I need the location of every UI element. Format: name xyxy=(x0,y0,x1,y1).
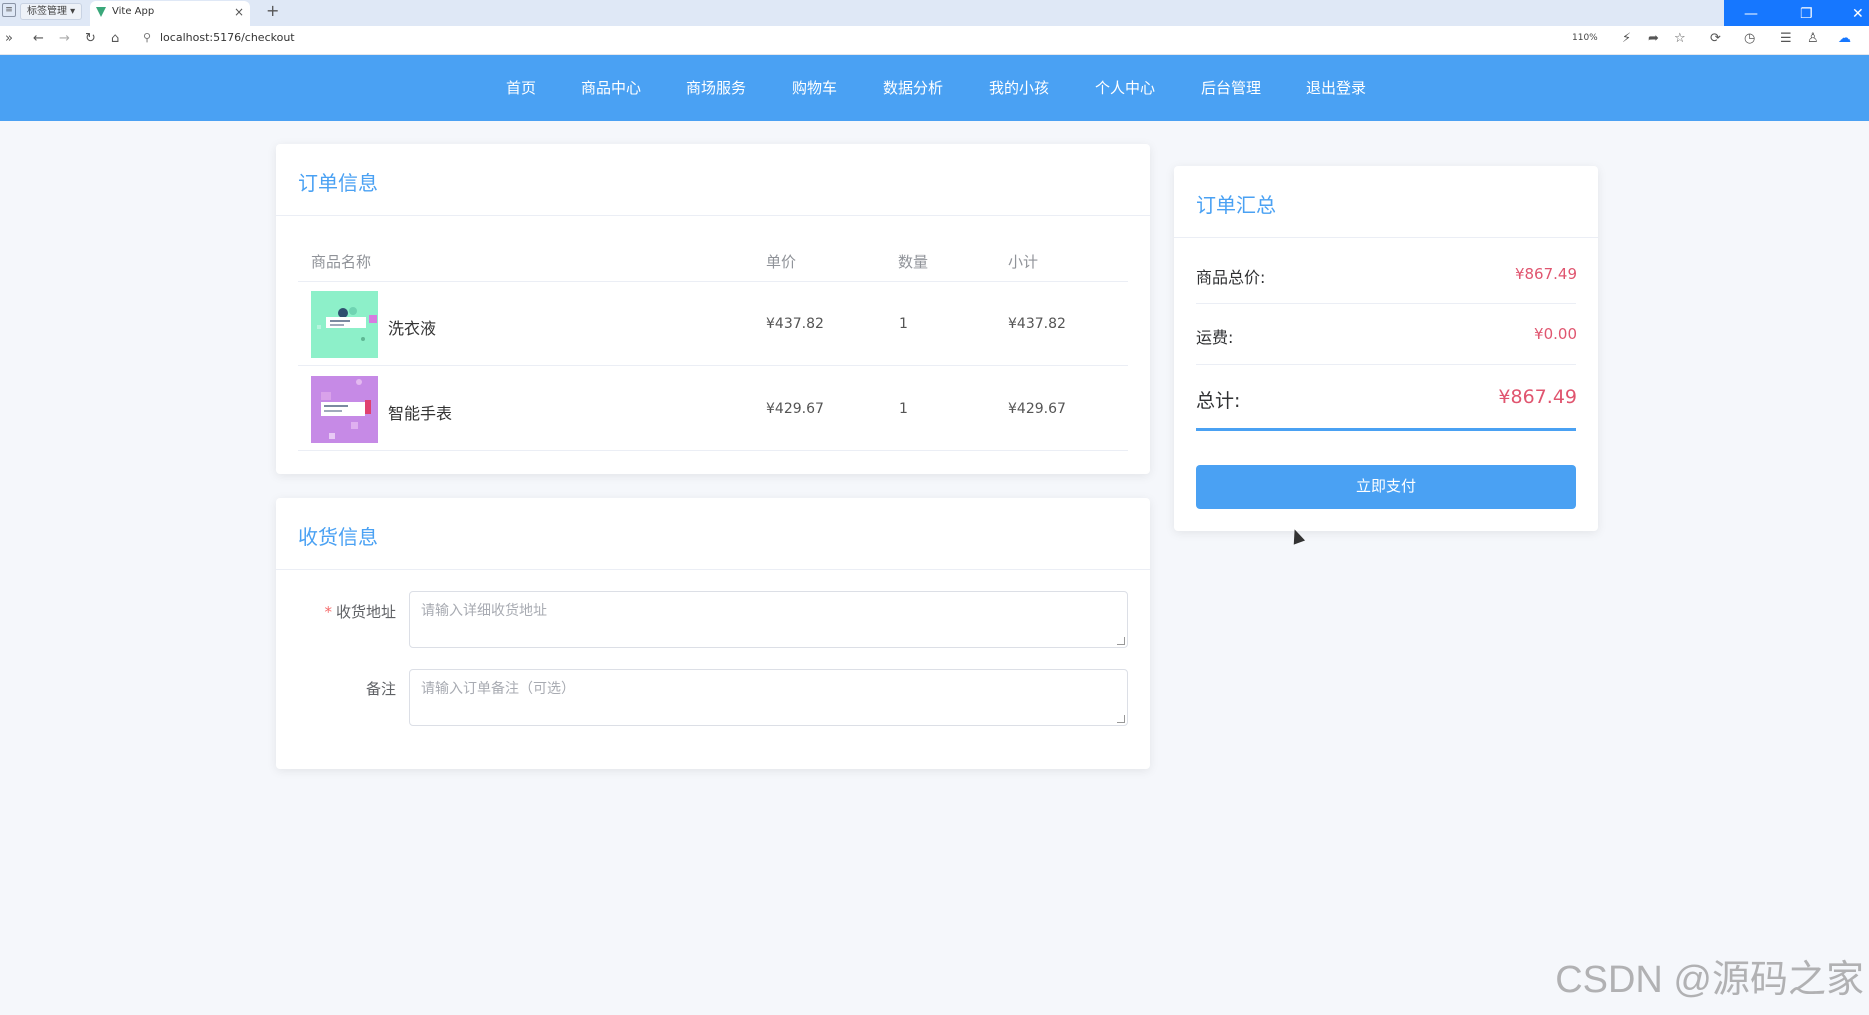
resize-handle[interactable] xyxy=(1117,715,1125,723)
header-quantity: 数量 xyxy=(898,253,929,271)
shipping-info-title: 收货信息 xyxy=(298,525,378,549)
goods-total-label: 商品总价: xyxy=(1196,268,1266,287)
total-label: 总计: xyxy=(1196,390,1241,412)
pay-now-button[interactable]: 立即支付 xyxy=(1196,465,1576,509)
address-label: * 收货地址 xyxy=(324,603,396,621)
product-thumbnail-detergent xyxy=(311,291,378,358)
reload-icon[interactable]: ↻ xyxy=(85,31,96,46)
browser-tabbar: ≡ 标签管理 ▾ Vite App × + xyxy=(0,0,1869,26)
nav-my-kids[interactable]: 我的小孩 xyxy=(989,77,1049,98)
row-divider xyxy=(298,281,1128,282)
total-value: ¥867.49 xyxy=(1498,386,1577,408)
tab-list-icon[interactable]: ≡ xyxy=(2,3,16,17)
total-underline xyxy=(1196,428,1576,431)
tab-group-button[interactable]: 标签管理 ▾ xyxy=(20,3,83,20)
nav-cart[interactable]: 购物车 xyxy=(792,77,837,98)
product-thumbnail-smartwatch xyxy=(311,376,378,443)
forward-icon[interactable]: → xyxy=(59,31,70,46)
card-divider xyxy=(276,569,1150,570)
resize-handle[interactable] xyxy=(1117,637,1125,645)
card-divider xyxy=(1174,237,1598,238)
nav-home[interactable]: 首页 xyxy=(506,77,536,98)
card-divider xyxy=(276,215,1150,216)
menu-icon[interactable]: ☰ xyxy=(1780,31,1792,46)
star-icon[interactable]: ☆ xyxy=(1674,31,1686,46)
nav-admin[interactable]: 后台管理 xyxy=(1201,77,1261,98)
search-icon: ⚲ xyxy=(143,31,152,44)
tab-title: Vite App xyxy=(112,6,155,17)
row-divider xyxy=(298,450,1128,451)
url-input[interactable]: localhost:5176/checkout xyxy=(160,31,295,44)
nav-product-center[interactable]: 商品中心 xyxy=(581,77,641,98)
lightning-icon[interactable]: ⚡ xyxy=(1622,31,1631,46)
nav-data-analysis[interactable]: 数据分析 xyxy=(883,77,943,98)
share-icon[interactable]: ➦ xyxy=(1648,31,1659,46)
summary-divider xyxy=(1196,303,1576,304)
cloud-icon[interactable]: ☁ xyxy=(1838,31,1851,46)
extensions-icon[interactable]: ⟳ xyxy=(1710,31,1721,46)
subtotal: ¥429.67 xyxy=(1008,401,1066,417)
remark-label: 备注 xyxy=(365,680,396,698)
tab-group-label: 标签管理 xyxy=(27,6,67,17)
summary-divider xyxy=(1196,364,1576,365)
quantity: 1 xyxy=(899,401,908,417)
subtotal: ¥437.82 xyxy=(1008,316,1066,332)
minimize-icon[interactable]: — xyxy=(1744,6,1758,22)
nav-logout[interactable]: 退出登录 xyxy=(1306,77,1366,98)
order-summary-title: 订单汇总 xyxy=(1196,193,1276,217)
header-subtotal: 小计 xyxy=(1008,253,1039,271)
profile-icon[interactable]: ♙ xyxy=(1807,31,1819,46)
product-name: 智能手表 xyxy=(388,404,453,423)
unit-price: ¥429.67 xyxy=(766,401,824,417)
address-placeholder: 请输入详细收货地址 xyxy=(421,603,547,619)
order-info-title: 订单信息 xyxy=(298,171,378,195)
required-asterisk: * xyxy=(324,603,332,621)
zoom-level[interactable]: 110% xyxy=(1572,33,1598,43)
address-bar: » ← → ↻ ⌂ ⚲ localhost:5176/checkout 110%… xyxy=(0,26,1869,55)
row-divider xyxy=(298,365,1128,366)
close-window-icon[interactable]: ✕ xyxy=(1852,6,1864,22)
shipping-fee-label: 运费: xyxy=(1196,328,1234,347)
header-unit-price: 单价 xyxy=(766,253,797,271)
sidebar-toggle-icon[interactable]: » xyxy=(5,31,13,46)
nav-mall-service[interactable]: 商场服务 xyxy=(686,77,746,98)
unit-price: ¥437.82 xyxy=(766,316,824,332)
restore-icon[interactable]: ❐ xyxy=(1800,6,1813,22)
back-icon[interactable]: ← xyxy=(33,31,44,46)
remark-textarea[interactable]: 请输入订单备注（可选） xyxy=(409,669,1128,726)
goods-total-value: ¥867.49 xyxy=(1514,265,1577,283)
new-tab-icon[interactable]: + xyxy=(266,1,279,20)
remark-placeholder: 请输入订单备注（可选） xyxy=(421,681,575,697)
shipping-fee-value: ¥0.00 xyxy=(1534,325,1577,343)
nav-personal-center[interactable]: 个人中心 xyxy=(1095,77,1155,98)
app-navbar: 首页 商品中心 商场服务 购物车 数据分析 我的小孩 个人中心 后台管理 退出登… xyxy=(0,55,1869,121)
history-icon[interactable]: ◷ xyxy=(1744,31,1755,46)
home-icon[interactable]: ⌂ xyxy=(111,31,119,46)
quantity: 1 xyxy=(899,316,908,332)
tab-vite-app[interactable]: Vite App × xyxy=(90,1,250,26)
close-tab-icon[interactable]: × xyxy=(234,1,244,23)
vite-logo-icon xyxy=(96,7,106,17)
order-info-card: 订单信息 xyxy=(276,144,1150,474)
product-name: 洗衣液 xyxy=(388,319,437,338)
address-textarea[interactable]: 请输入详细收货地址 xyxy=(409,591,1128,648)
watermark: CSDN @源码之家 xyxy=(1555,959,1864,1001)
header-product-name: 商品名称 xyxy=(311,253,372,271)
